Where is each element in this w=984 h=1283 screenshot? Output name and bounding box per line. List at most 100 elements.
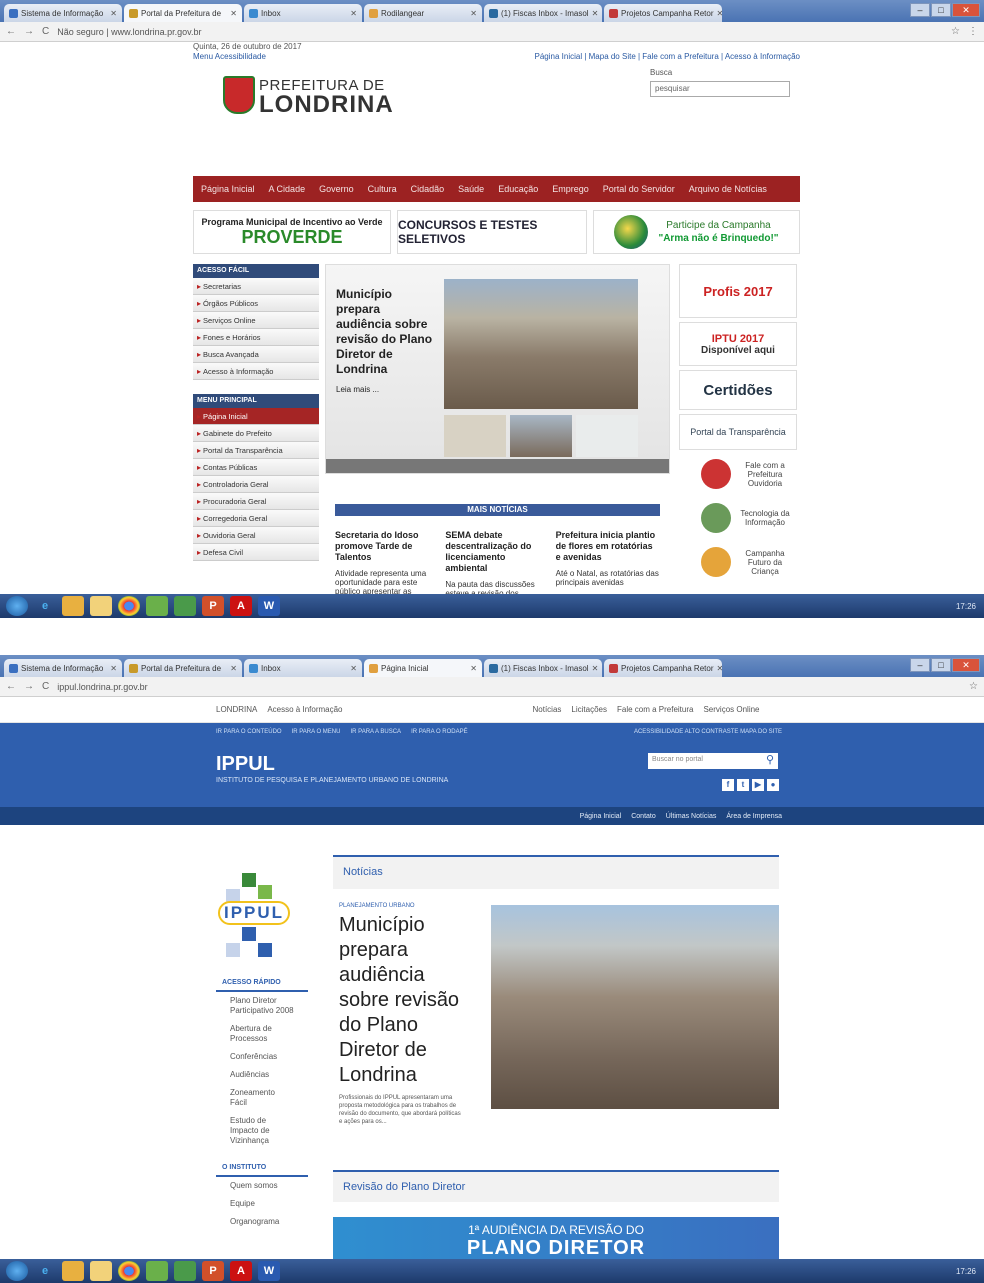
sidebar-item[interactable]: Portal da Transparência bbox=[193, 442, 319, 459]
city-aerial-photo[interactable] bbox=[491, 905, 779, 1109]
maximize-button[interactable]: □ bbox=[931, 3, 951, 17]
prefeitura-logo[interactable]: PREFEITURA DE LONDRINA bbox=[223, 76, 394, 117]
news-item[interactable]: SEMA debate descentralização do licencia… bbox=[445, 530, 549, 598]
folder-icon[interactable] bbox=[62, 596, 84, 616]
campanha-crianca-banner[interactable]: Campanha Futuro da Criança bbox=[679, 542, 797, 582]
folder-icon[interactable] bbox=[62, 1261, 84, 1281]
app-icon[interactable] bbox=[146, 1261, 168, 1281]
chrome-icon[interactable] bbox=[118, 1261, 140, 1281]
read-more-link[interactable]: Leia mais ... bbox=[336, 385, 379, 394]
sidebar-link[interactable]: Plano Diretor Participativo 2008 bbox=[216, 992, 308, 1020]
close-icon[interactable]: ✕ bbox=[230, 9, 237, 18]
browser-tab[interactable]: (1) Fiscas Inbox - Imasol ✕ bbox=[484, 659, 602, 677]
browser-tab[interactable]: Sistema de Informação ✕ bbox=[4, 659, 122, 677]
star-icon[interactable]: ☆ bbox=[969, 681, 978, 692]
nav-item[interactable]: Área de Imprensa bbox=[726, 813, 782, 820]
sidebar-link[interactable]: Quem somos bbox=[216, 1177, 308, 1195]
sidebar-item[interactable]: Gabinete do Prefeito bbox=[193, 425, 319, 442]
site-title[interactable]: IPPUL bbox=[216, 753, 275, 776]
browser-tab[interactable]: Inbox ✕ bbox=[244, 4, 362, 22]
pdf-icon[interactable]: A bbox=[230, 596, 252, 616]
news-title[interactable]: SEMA debate descentralização do licencia… bbox=[445, 530, 549, 574]
search-input[interactable]: pesquisar bbox=[650, 81, 790, 97]
sidebar-item[interactable]: Contas Públicas bbox=[193, 459, 319, 476]
close-icon[interactable]: ✕ bbox=[350, 664, 357, 673]
word-icon[interactable]: W bbox=[258, 596, 280, 616]
app-icon[interactable] bbox=[146, 596, 168, 616]
ippul-logo[interactable]: IPPUL bbox=[216, 855, 308, 965]
browser-tab[interactable]: Projetos Campanha Retor ✕ bbox=[604, 4, 722, 22]
iptu-banner[interactable]: IPTU 2017 Disponível aqui bbox=[679, 322, 797, 366]
sidebar-link[interactable]: Estudo de Impacto de Vizinhança bbox=[216, 1112, 308, 1150]
news-title[interactable]: Secretaria do Idoso promove Tarde de Tal… bbox=[335, 530, 439, 563]
certidoes-banner[interactable]: Certidões bbox=[679, 370, 797, 410]
close-icon[interactable]: ✕ bbox=[717, 664, 723, 673]
word-icon[interactable]: W bbox=[258, 1261, 280, 1281]
slider-bar[interactable] bbox=[326, 459, 669, 473]
url-field[interactable]: ippul.londrina.pr.gov.br bbox=[57, 682, 961, 692]
browser-tab-active[interactable]: Portal da Prefeitura de ✕ bbox=[124, 4, 242, 22]
menu-item[interactable]: Saúde bbox=[458, 184, 484, 194]
menu-item[interactable]: Educação bbox=[498, 184, 538, 194]
sidebar-link[interactable]: Audiências bbox=[216, 1066, 308, 1084]
transparencia-banner[interactable]: Portal da Transparência bbox=[679, 414, 797, 450]
mais-noticias-header[interactable]: MAIS NOTÍCIAS bbox=[335, 504, 660, 516]
browser-tab[interactable]: Rodilangear ✕ bbox=[364, 4, 482, 22]
url-field[interactable]: Não seguro | www.londrina.pr.gov.br bbox=[57, 27, 943, 37]
news-item[interactable]: Secretaria do Idoso promove Tarde de Tal… bbox=[335, 530, 439, 598]
ie-icon[interactable]: e bbox=[34, 596, 56, 616]
ie-icon[interactable]: e bbox=[34, 1261, 56, 1281]
sidebar-item[interactable]: Procuradoria Geral bbox=[193, 493, 319, 510]
start-button[interactable] bbox=[6, 1261, 28, 1281]
close-icon[interactable]: ✕ bbox=[592, 9, 599, 18]
nav-item[interactable]: Página Inicial bbox=[580, 813, 622, 820]
acesso-informacao-link[interactable]: Acesso à Informação bbox=[267, 705, 342, 714]
calc-icon[interactable] bbox=[174, 1261, 196, 1281]
browser-tab[interactable]: Inbox ✕ bbox=[244, 659, 362, 677]
explorer-icon[interactable] bbox=[90, 1261, 112, 1281]
sidebar-item[interactable]: Corregedoria Geral bbox=[193, 510, 319, 527]
sidebar-item[interactable]: Controladoria Geral bbox=[193, 476, 319, 493]
menu-item[interactable]: Emprego bbox=[552, 184, 589, 194]
menu-item[interactable]: Página Inicial bbox=[201, 184, 255, 194]
forward-arrow-icon[interactable]: → bbox=[24, 681, 34, 692]
news-title[interactable]: Prefeitura inicia plantio de flores em r… bbox=[556, 530, 660, 563]
menu-icon[interactable]: ⋮ bbox=[968, 26, 978, 37]
featured-news[interactable]: Município prepara audiência sobre revisã… bbox=[325, 264, 670, 474]
menu-item[interactable]: Portal do Servidor bbox=[603, 184, 675, 194]
facebook-icon[interactable]: f bbox=[722, 779, 734, 791]
sidebar-link[interactable]: Organograma bbox=[216, 1213, 308, 1231]
search-icon[interactable]: ⚲ bbox=[766, 753, 774, 766]
menu-item[interactable]: Cultura bbox=[368, 184, 397, 194]
close-icon[interactable]: ✕ bbox=[110, 664, 117, 673]
close-icon[interactable]: ✕ bbox=[470, 9, 477, 18]
browser-tab[interactable]: Projetos Campanha Retor ✕ bbox=[604, 659, 722, 677]
londrina-link[interactable]: LONDRINA bbox=[216, 705, 257, 714]
concursos-banner[interactable]: CONCURSOS E TESTES SELETIVOS bbox=[397, 210, 587, 254]
skip-link[interactable]: IR PARA O RODAPÉ bbox=[411, 729, 468, 735]
thumbnail[interactable] bbox=[444, 415, 506, 457]
thumbnail[interactable] bbox=[510, 415, 572, 457]
back-arrow-icon[interactable]: ← bbox=[6, 26, 16, 37]
ouvidoria-banner[interactable]: Fale com a Prefeitura Ouvidoria bbox=[679, 454, 797, 494]
sidebar-item-selected[interactable]: Página Inicial bbox=[193, 408, 319, 425]
skip-link[interactable]: IR PARA A BUSCA bbox=[350, 729, 401, 735]
nav-item[interactable]: Contato bbox=[631, 813, 656, 820]
sidebar-item[interactable]: Serviços Online bbox=[193, 312, 319, 329]
sidebar-link[interactable]: Equipe bbox=[216, 1195, 308, 1213]
menu-item[interactable]: Cidadão bbox=[411, 184, 445, 194]
sidebar-item[interactable]: Defesa Civil bbox=[193, 544, 319, 561]
close-icon[interactable]: ✕ bbox=[470, 664, 477, 673]
menu-item[interactable]: Arquivo de Notícias bbox=[689, 184, 767, 194]
powerpoint-icon[interactable]: P bbox=[202, 596, 224, 616]
featured-title[interactable]: Município prepara audiência sobre revisã… bbox=[336, 287, 436, 377]
sidebar-item[interactable]: Busca Avançada bbox=[193, 346, 319, 363]
forward-arrow-icon[interactable]: → bbox=[24, 26, 34, 37]
accessibility-links[interactable]: ACESSIBILIDADE ALTO CONTRASTE MAPA DO SI… bbox=[634, 729, 782, 735]
reload-icon[interactable]: C bbox=[42, 26, 49, 37]
close-icon[interactable]: ✕ bbox=[717, 9, 723, 18]
search-input[interactable]: Buscar no portal ⚲ bbox=[648, 753, 778, 769]
proverde-banner[interactable]: Programa Municipal de Incentivo ao Verde… bbox=[193, 210, 391, 254]
chrome-icon[interactable] bbox=[118, 596, 140, 616]
flickr-icon[interactable]: ● bbox=[767, 779, 779, 791]
